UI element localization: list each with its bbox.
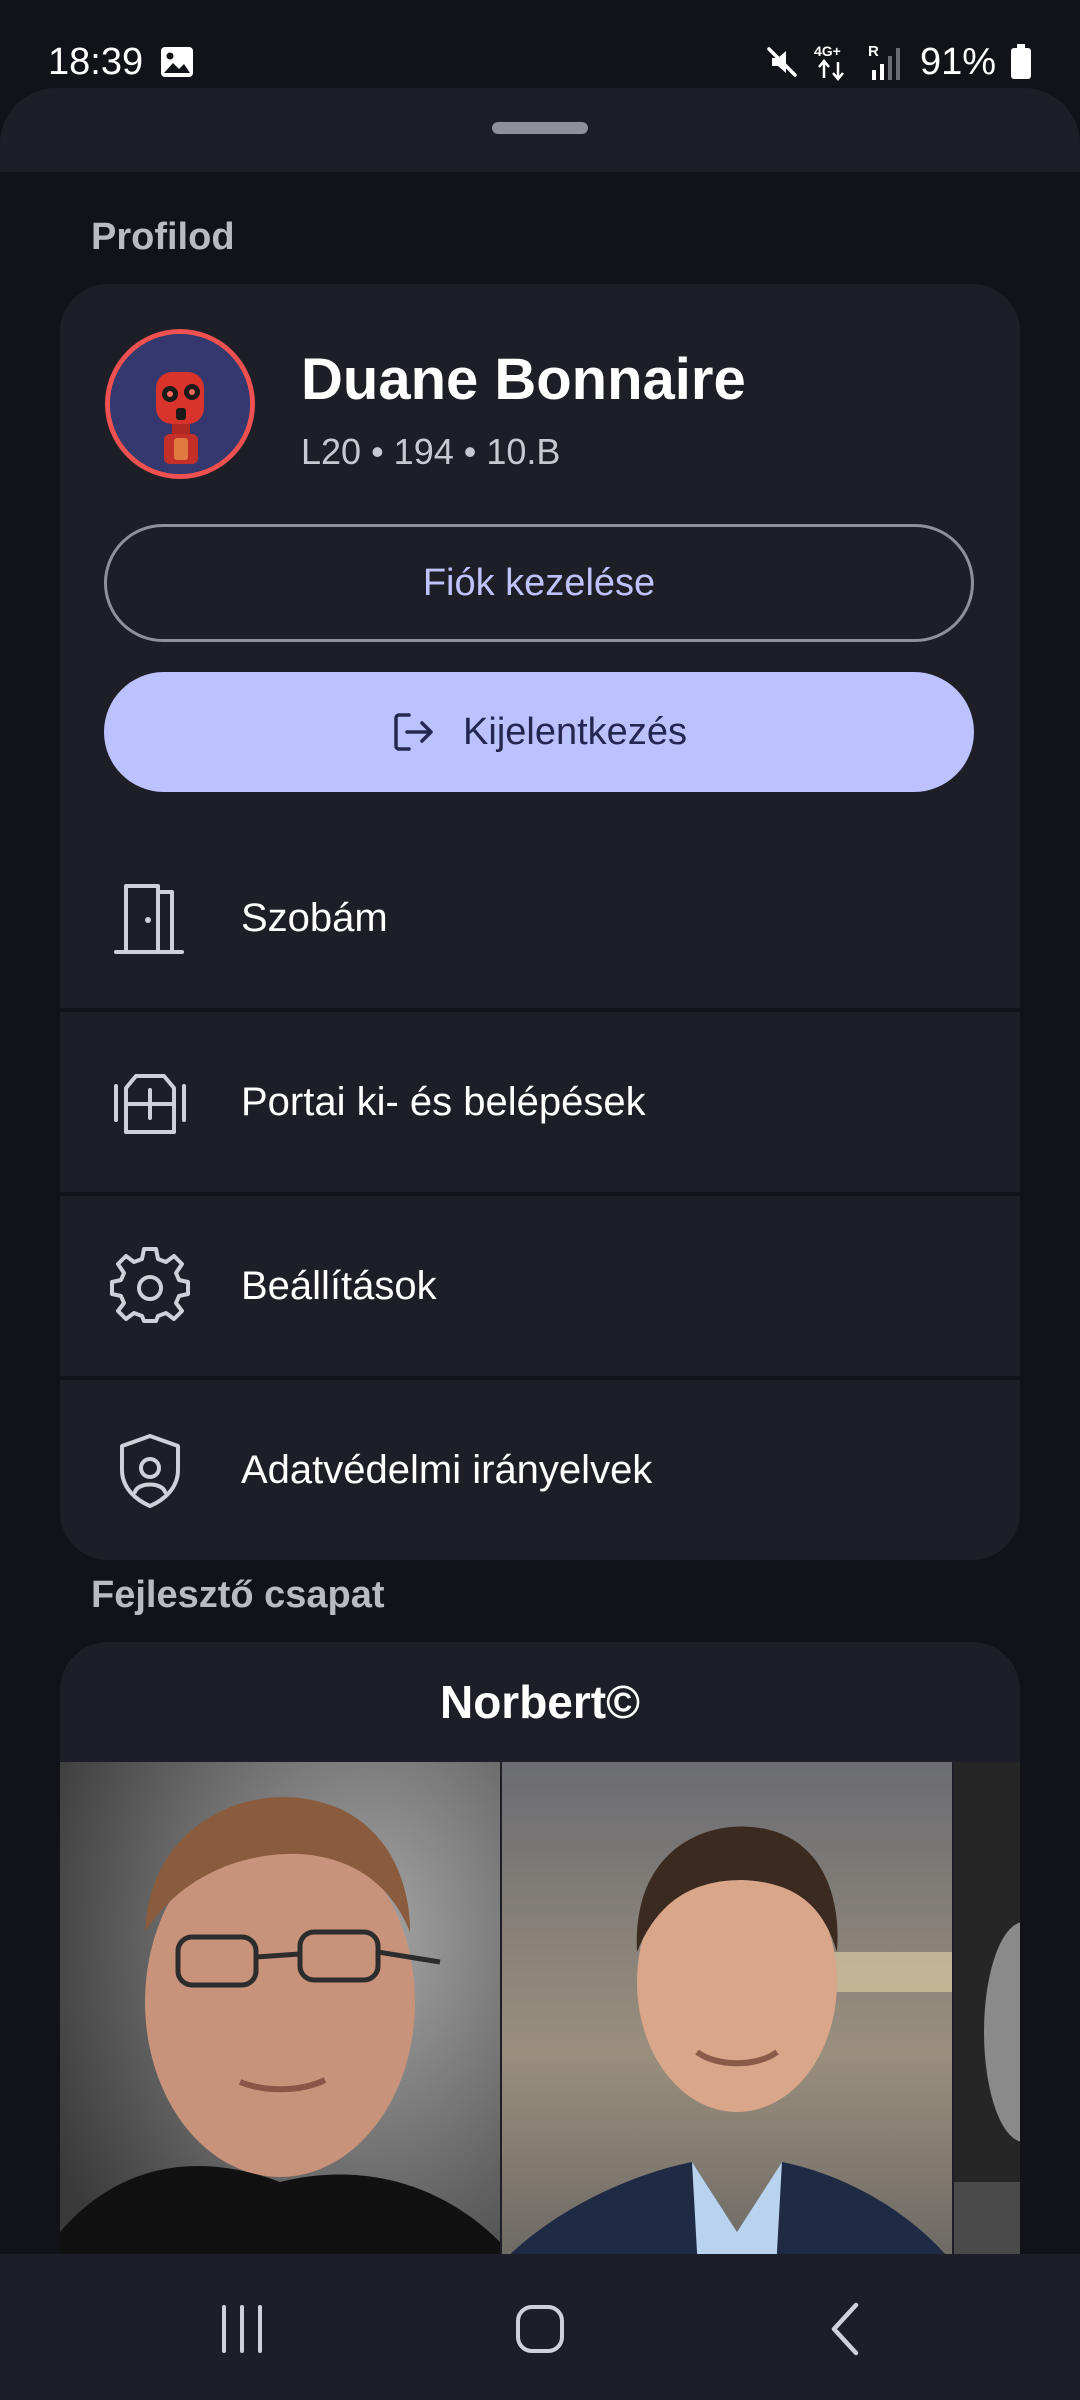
team-photo-2 <box>502 1762 952 2254</box>
team-photo-carousel[interactable] <box>60 1762 1020 2254</box>
entry-exit-icon <box>114 1074 186 1134</box>
system-navigation-bar <box>0 2254 1080 2400</box>
mute-icon <box>767 47 797 77</box>
logout-button[interactable]: Kijelentkezés <box>104 672 974 792</box>
team-photo-3 <box>954 1762 1020 2254</box>
profile-name: Duane Bonnaire <box>301 347 746 412</box>
svg-text:4G+: 4G+ <box>814 43 841 59</box>
status-indicators: 4G+ R 91% <box>764 38 1032 86</box>
menu-item-label: Beállítások <box>241 1263 437 1308</box>
status-bar: 18:39 4G+ R 91% <box>0 0 1080 88</box>
profile-meta: L20 • 194 • 10.B <box>301 431 561 472</box>
gallery-notification-icon <box>161 47 193 77</box>
svg-text:R: R <box>868 43 879 60</box>
portrait-photo-1 <box>60 1762 500 2254</box>
profile-card: Duane Bonnaire L20 • 194 • 10.B Fiók kez… <box>60 284 1020 828</box>
menu-item-gate-entries[interactable]: Portai ki- és belépések <box>60 1012 1020 1192</box>
menu-item-label: Szobám <box>241 895 388 940</box>
back-icon <box>831 2302 859 2356</box>
privacy-shield-icon <box>120 1434 180 1508</box>
drag-handle[interactable] <box>492 122 588 134</box>
portrait-photo-2 <box>502 1762 952 2254</box>
menu-item-my-room[interactable]: Szobám <box>60 828 1020 1008</box>
avatar[interactable] <box>105 329 255 479</box>
home-button[interactable] <box>480 2284 600 2374</box>
menu-item-settings[interactable]: Beállítások <box>60 1196 1020 1376</box>
gear-icon <box>110 1247 190 1323</box>
recent-apps-button[interactable] <box>182 2284 302 2374</box>
logout-label: Kijelentkezés <box>463 710 687 753</box>
profile-section-title: Profilod <box>91 216 235 258</box>
status-time: 18:39 <box>48 41 144 83</box>
battery-icon <box>1011 44 1031 79</box>
back-button[interactable] <box>786 2284 906 2374</box>
team-section-title: Fejlesztő csapat <box>91 1574 385 1616</box>
menu-item-label: Adatvédelmi irányelvek <box>241 1447 653 1492</box>
profile-sheet-content: Profilod Duane Bonnaire L20 • 194 • 10.B… <box>0 172 1080 2254</box>
signal-icon: R <box>868 43 900 80</box>
logout-icon <box>394 713 433 751</box>
menu-item-label: Portai ki- és belépések <box>241 1079 646 1124</box>
recent-apps-icon <box>222 2305 262 2353</box>
team-card: Norbert© <box>60 1642 1020 2254</box>
battery-percentage: 91% <box>919 41 996 83</box>
team-member-name: Norbert© <box>439 1676 640 1728</box>
home-icon <box>516 2305 564 2353</box>
robot-avatar-icon <box>110 334 250 474</box>
portrait-photo-3 <box>954 1762 1020 2254</box>
menu-item-privacy-policy[interactable]: Adatvédelmi irányelvek <box>60 1380 1020 1560</box>
mobile-data-icon: 4G+ <box>814 43 844 81</box>
manage-account-button[interactable]: Fiók kezelése <box>104 524 974 642</box>
door-icon <box>114 884 184 954</box>
manage-account-label: Fiók kezelése <box>422 561 656 604</box>
team-photo-1 <box>60 1762 500 2254</box>
